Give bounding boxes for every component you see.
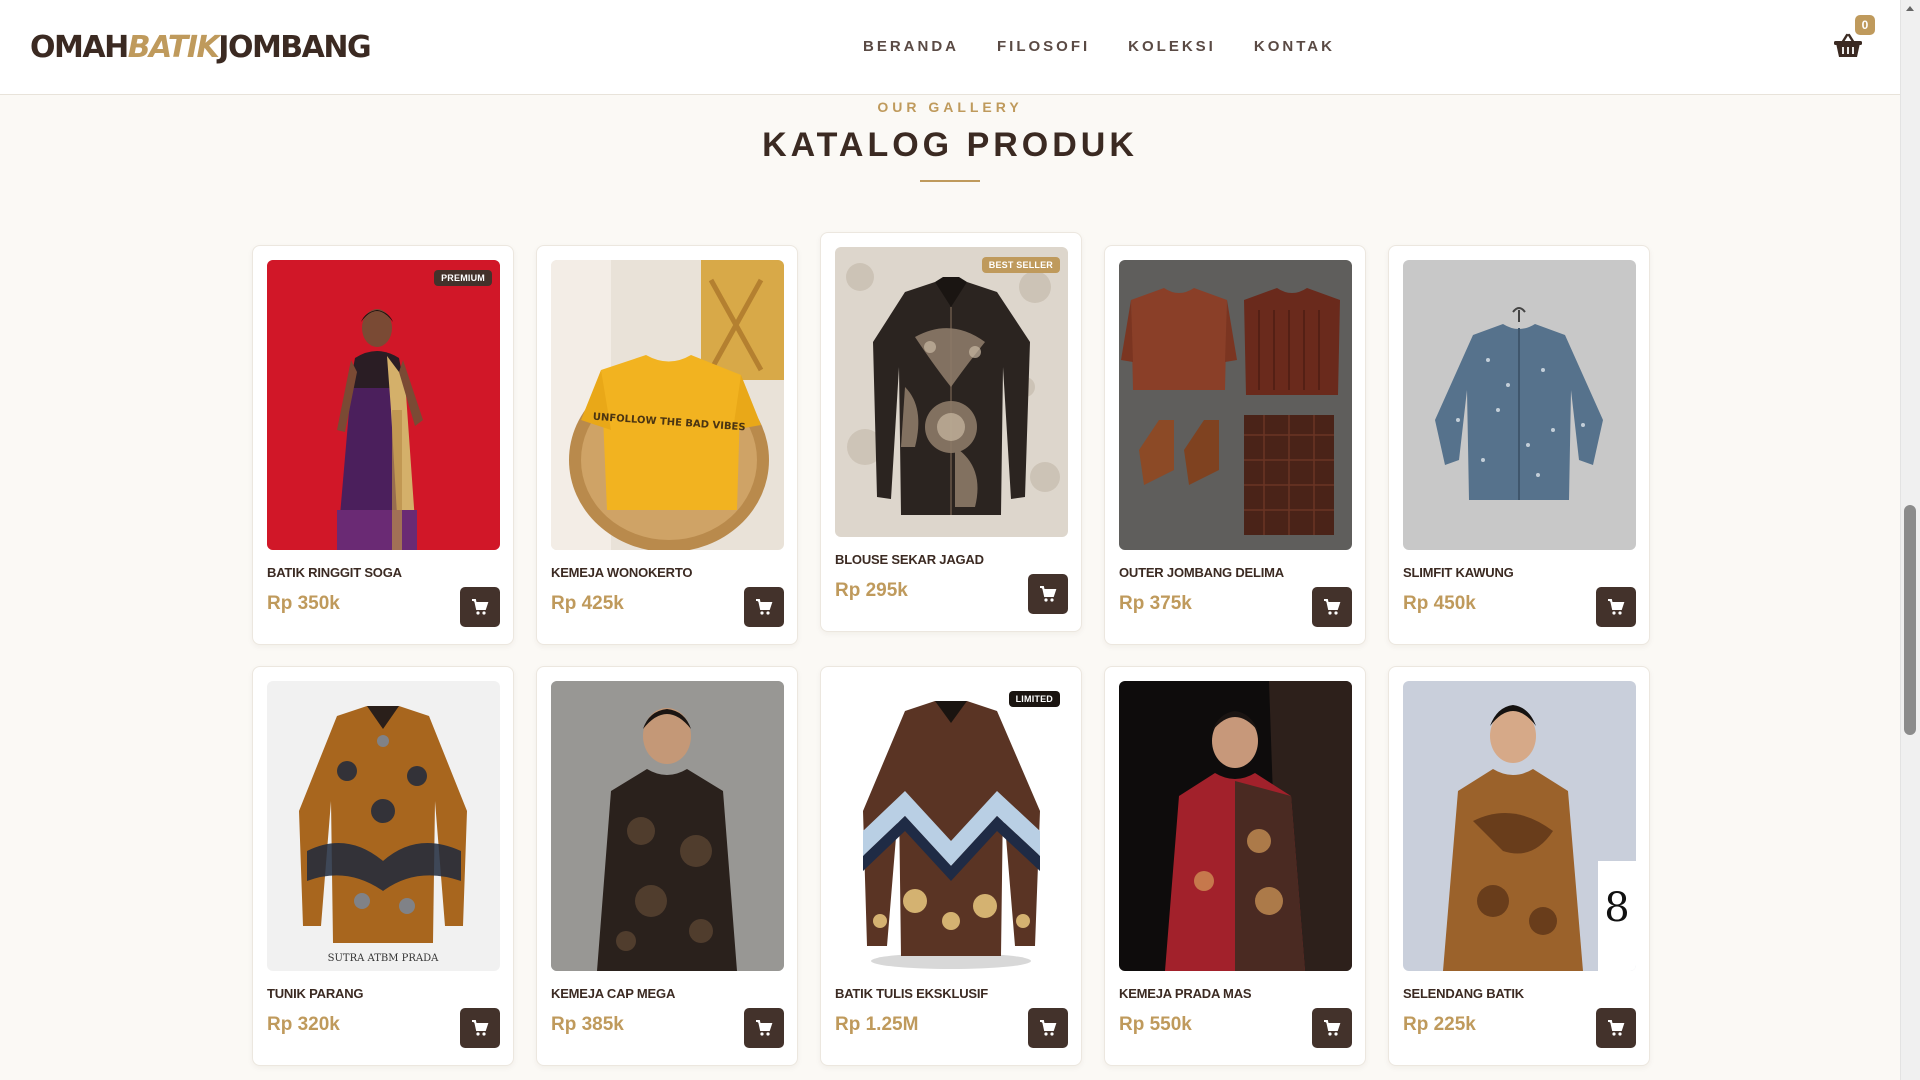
site-header: OMAHBATIKJOMBANG BERANDA FILOSOFI KOLEKS…: [0, 0, 1900, 95]
product-price: Rp 295k: [835, 580, 908, 601]
nav-koleksi[interactable]: KOLEKSI: [1128, 36, 1216, 58]
add-to-cart-button[interactable]: [460, 587, 500, 627]
product-name: OUTER JOMBANG DELIMA: [1119, 565, 1285, 580]
title-divider: [920, 180, 980, 182]
product-price: Rp 320k: [267, 1014, 340, 1035]
product-card[interactable]: OUTER JOMBANG DELIMA Rp 375k: [1104, 245, 1366, 645]
product-card[interactable]: LIMITED BATIK TULIS EKSKLUSIF Rp 1.25M: [820, 666, 1082, 1066]
product-price: Rp 550k: [1119, 1014, 1192, 1035]
product-name: KEMEJA CAP MEGA: [551, 986, 676, 1001]
cart-icon: [1324, 599, 1341, 615]
product-price: Rp 450k: [1403, 593, 1476, 614]
product-badge: PREMIUM: [434, 270, 492, 286]
cart-icon: [1040, 1020, 1057, 1036]
product-price: Rp 385k: [551, 1014, 624, 1035]
product-price: Rp 375k: [1119, 593, 1192, 614]
product-image[interactable]: [1403, 260, 1636, 550]
product-card[interactable]: UNFOLLOW THE BAD VIBES KEMEJA WONOKERTO …: [536, 245, 798, 645]
scroll-up-arrow-icon[interactable]: [1905, 3, 1915, 13]
add-to-cart-button[interactable]: [744, 1008, 784, 1048]
product-image[interactable]: LIMITED: [835, 681, 1068, 971]
product-badge: LIMITED: [1008, 691, 1060, 707]
product-name: KEMEJA PRADA MAS: [1119, 986, 1252, 1001]
nav-beranda[interactable]: BERANDA: [863, 36, 959, 58]
product-name: BATIK RINGGIT SOGA: [267, 565, 402, 580]
shirt-caption-text: SUTRA ATBM PRADA: [328, 953, 439, 964]
svg-text:8: 8: [1604, 885, 1629, 931]
add-to-cart-button[interactable]: [1028, 1008, 1068, 1048]
scrollbar-thumb[interactable]: [1904, 505, 1916, 735]
product-name: SELENDANG BATIK: [1403, 986, 1524, 1001]
product-card[interactable]: BEST SELLER BLOUSE SEKAR JAGAD Rp 295k: [820, 232, 1082, 632]
product-name: BLOUSE SEKAR JAGAD: [835, 552, 984, 567]
cart-icon: [1324, 1020, 1341, 1036]
product-price: Rp 1.25M: [835, 1014, 919, 1035]
product-card[interactable]: KEMEJA PRADA MAS Rp 550k: [1104, 666, 1366, 1066]
cart-icon: [756, 1020, 773, 1036]
cart-icon: [1608, 1020, 1625, 1036]
add-to-cart-button[interactable]: [1596, 1008, 1636, 1048]
product-name: TUNIK PARANG: [267, 986, 364, 1001]
product-card[interactable]: PREMIUM BATIK RINGGIT SOGA Rp 350k: [252, 245, 514, 645]
product-price: Rp 425k: [551, 593, 624, 614]
product-image[interactable]: 8: [1403, 681, 1636, 971]
product-image[interactable]: SUTRA ATBM PRADA: [267, 681, 500, 971]
add-to-cart-button[interactable]: [1312, 1008, 1352, 1048]
product-price: Rp 225k: [1403, 1014, 1476, 1035]
product-image[interactable]: [1119, 260, 1352, 550]
product-price: Rp 350k: [267, 593, 340, 614]
cart-icon: [472, 599, 489, 615]
main-nav: BERANDA FILOSOFI KOLEKSI KONTAK: [863, 36, 1373, 58]
nav-filosofi[interactable]: FILOSOFI: [997, 36, 1090, 58]
logo-text-jombang: JOMBANG: [218, 30, 371, 65]
logo-text-omah: OMAH: [30, 30, 129, 65]
product-card[interactable]: SUTRA ATBM PRADA TUNIK PARANG Rp 320k: [252, 666, 514, 1066]
product-image[interactable]: [551, 681, 784, 971]
nav-kontak[interactable]: KONTAK: [1254, 36, 1335, 58]
cart-count-badge: 0: [1855, 15, 1875, 35]
cart-icon: [1608, 599, 1625, 615]
product-card[interactable]: KEMEJA CAP MEGA Rp 385k: [536, 666, 798, 1066]
product-image[interactable]: PREMIUM: [267, 260, 500, 550]
section-eyebrow: OUR GALLERY: [877, 99, 1023, 115]
add-to-cart-button[interactable]: [744, 587, 784, 627]
cart-icon: [472, 1020, 489, 1036]
add-to-cart-button[interactable]: [1312, 587, 1352, 627]
cart-icon: [756, 599, 773, 615]
product-image[interactable]: UNFOLLOW THE BAD VIBES: [551, 260, 784, 550]
product-name: SLIMFIT KAWUNG: [1403, 565, 1514, 580]
product-badge: BEST SELLER: [981, 257, 1060, 273]
add-to-cart-button[interactable]: [1028, 574, 1068, 614]
product-card[interactable]: 8 SELENDANG BATIK Rp 225k: [1388, 666, 1650, 1066]
product-image[interactable]: BEST SELLER: [835, 247, 1068, 537]
section-title: KATALOG PRODUK: [762, 126, 1138, 164]
site-logo[interactable]: OMAHBATIKJOMBANG: [30, 28, 372, 68]
product-name: BATIK TULIS EKSKLUSIF: [835, 986, 988, 1001]
cart-icon: [1040, 586, 1057, 602]
add-to-cart-button[interactable]: [460, 1008, 500, 1048]
product-name: KEMEJA WONOKERTO: [551, 565, 693, 580]
logo-text-batik: BATIK: [127, 30, 220, 65]
product-card[interactable]: SLIMFIT KAWUNG Rp 450k: [1388, 245, 1650, 645]
add-to-cart-button[interactable]: [1596, 587, 1636, 627]
page: OMAHBATIKJOMBANG BERANDA FILOSOFI KOLEKS…: [0, 0, 1920, 1080]
product-image[interactable]: [1119, 681, 1352, 971]
